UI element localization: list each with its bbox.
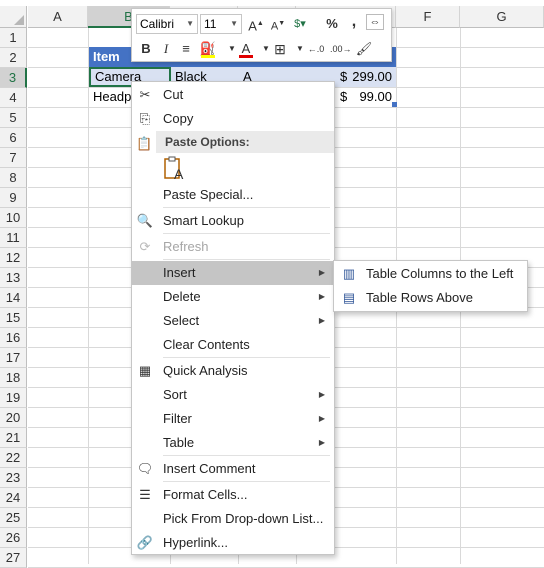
row-header-25[interactable]: 25 xyxy=(0,508,27,528)
accounting-format-icon[interactable]: $▾ xyxy=(290,14,310,34)
increase-decimal-icon[interactable]: ←.0 xyxy=(306,39,326,59)
font-size-box[interactable]: 11 ▼ xyxy=(200,14,242,34)
insert-column-icon: ▥ xyxy=(342,266,356,281)
menu-item-format-cells[interactable]: ☰ Format Cells... xyxy=(132,483,334,507)
chevron-down-icon[interactable]: ▼ xyxy=(230,15,238,33)
row-header-18[interactable]: 18 xyxy=(0,368,27,388)
row-header-4[interactable]: 4 xyxy=(0,88,27,108)
row-header-7[interactable]: 7 xyxy=(0,148,27,168)
insert-submenu: ▥ Table Columns to the Left ▤ Table Rows A… xyxy=(333,260,528,312)
row-header-14[interactable]: 14 xyxy=(0,288,27,308)
font-color-icon[interactable]: A xyxy=(236,39,256,59)
row-header-6[interactable]: 6 xyxy=(0,128,27,148)
row-header-2[interactable]: 2 xyxy=(0,48,27,68)
menu-item-hyperlink[interactable]: 🔗 Hyperlink... xyxy=(132,531,334,555)
menu-item-sort[interactable]: Sort ▶ xyxy=(132,383,334,407)
chevron-right-icon: ▶ xyxy=(318,316,325,325)
cell-e3[interactable]: 299.00 xyxy=(346,67,396,87)
chevron-right-icon: ▶ xyxy=(318,438,325,447)
row-header-23[interactable]: 23 xyxy=(0,468,27,488)
scissors-icon: ✂ xyxy=(139,87,151,102)
menu-item-quick-analysis[interactable]: ▦ Quick Analysis xyxy=(132,359,334,383)
row-header-5[interactable]: 5 xyxy=(0,108,27,128)
format-cells-icon: ☰ xyxy=(139,487,151,502)
svg-text:A: A xyxy=(174,166,184,182)
quick-analysis-icon: ▦ xyxy=(138,363,152,378)
decrease-decimal-icon[interactable]: .00→ xyxy=(330,39,352,59)
chevron-right-icon: ▶ xyxy=(318,414,325,423)
merge-center-icon[interactable]: ⇔ xyxy=(366,14,384,30)
mini-toolbar: Calibri ▼ 11 ▼ A▲ A▼ $▾ % , ⇔ B I ≡ ⛽ ▼ A … xyxy=(131,8,392,62)
menu-item-filter[interactable]: Filter ▶ xyxy=(132,407,334,431)
row-header-8[interactable]: 8 xyxy=(0,168,27,188)
menu-item-copy[interactable]: ⎘ Copy xyxy=(132,107,334,131)
menu-item-select[interactable]: Select ▶ xyxy=(132,309,334,333)
increase-font-size-icon[interactable]: A▲ xyxy=(246,14,266,34)
row-header-9[interactable]: 9 xyxy=(0,188,27,208)
row-header-27[interactable]: 27 xyxy=(0,548,27,568)
copy-icon: ⎘ xyxy=(139,111,151,126)
table-header-item[interactable]: Item xyxy=(93,49,120,64)
menu-item-smart-lookup[interactable]: 🔍 Smart Lookup xyxy=(132,209,334,233)
row-header-21[interactable]: 21 xyxy=(0,428,27,448)
menu-item-delete[interactable]: Delete ▶ xyxy=(132,285,334,309)
comment-icon: 🗨 xyxy=(136,461,154,476)
row-header-26[interactable]: 26 xyxy=(0,528,27,548)
row-header-12[interactable]: 12 xyxy=(0,248,27,268)
row-header-13[interactable]: 13 xyxy=(0,268,27,288)
hyperlink-icon: 🔗 xyxy=(136,535,154,550)
chevron-down-icon[interactable]: ▼ xyxy=(186,15,194,33)
refresh-icon: ⟳ xyxy=(139,239,151,254)
bold-button[interactable]: B xyxy=(136,39,156,59)
menu-item-insert[interactable]: Insert ▶ xyxy=(132,261,334,285)
submenu-item-table-columns-left[interactable]: ▥ Table Columns to the Left xyxy=(334,262,527,286)
row-header-11[interactable]: 11 xyxy=(0,228,27,248)
submenu-item-table-rows-above[interactable]: ▤ Table Rows Above xyxy=(334,286,527,310)
align-center-icon[interactable]: ≡ xyxy=(176,39,196,59)
column-header-g[interactable]: G xyxy=(460,6,544,28)
row-header-16[interactable]: 16 xyxy=(0,328,27,348)
paste-options-header: 📋 Paste Options: xyxy=(136,131,334,153)
font-name-box[interactable]: Calibri ▼ xyxy=(136,14,198,34)
menu-item-cut[interactable]: ✂ Cut xyxy=(132,83,334,107)
chevron-right-icon: ▶ xyxy=(318,292,325,301)
menu-item-refresh[interactable]: ⟳ Refresh xyxy=(132,235,334,259)
row-header-15[interactable]: 15 xyxy=(0,308,27,328)
paste-icon[interactable]: A xyxy=(163,156,187,182)
format-painter-icon[interactable]: 🖌 xyxy=(354,39,374,59)
context-menu: ✂ Cut ⎘ Copy 📋 Paste Options: A Paste Spec… xyxy=(131,81,335,555)
italic-button[interactable]: I xyxy=(156,39,176,59)
menu-item-clear-contents[interactable]: Clear Contents xyxy=(132,333,334,357)
smart-lookup-icon: 🔍 xyxy=(136,213,154,228)
percent-style-button[interactable]: % xyxy=(322,14,342,34)
row-header-20[interactable]: 20 xyxy=(0,408,27,428)
table-resize-handle[interactable] xyxy=(392,102,397,107)
row-header-17[interactable]: 17 xyxy=(0,348,27,368)
chevron-right-icon: ▶ xyxy=(318,268,325,277)
insert-row-icon: ▤ xyxy=(342,290,356,305)
decrease-font-size-icon[interactable]: A▼ xyxy=(268,14,288,34)
column-header-f[interactable]: F xyxy=(396,6,460,28)
fill-color-icon[interactable]: ⛽ xyxy=(198,39,218,59)
menu-item-paste-special[interactable]: Paste Special... xyxy=(132,183,334,207)
menu-item-pick-dropdown[interactable]: Pick From Drop-down List... xyxy=(132,507,334,531)
row-header-3[interactable]: 3 xyxy=(0,68,27,88)
row-header-10[interactable]: 10 xyxy=(0,208,27,228)
row-header-22[interactable]: 22 xyxy=(0,448,27,468)
row-header-1[interactable]: 1 xyxy=(0,28,27,48)
borders-icon[interactable]: ⊞ xyxy=(270,39,290,59)
row-header-24[interactable]: 24 xyxy=(0,488,27,508)
select-all-corner[interactable] xyxy=(0,6,27,28)
menu-item-table[interactable]: Table ▶ xyxy=(132,431,334,455)
column-header-a[interactable]: A xyxy=(28,6,88,28)
clipboard-icon: 📋 xyxy=(136,136,153,151)
menu-item-insert-comment[interactable]: 🗨 Insert Comment xyxy=(132,457,334,481)
cell-e4[interactable]: 99.00 xyxy=(346,87,396,107)
row-header-19[interactable]: 19 xyxy=(0,388,27,408)
comma-style-button[interactable]: , xyxy=(344,12,364,32)
chevron-right-icon: ▶ xyxy=(318,390,325,399)
